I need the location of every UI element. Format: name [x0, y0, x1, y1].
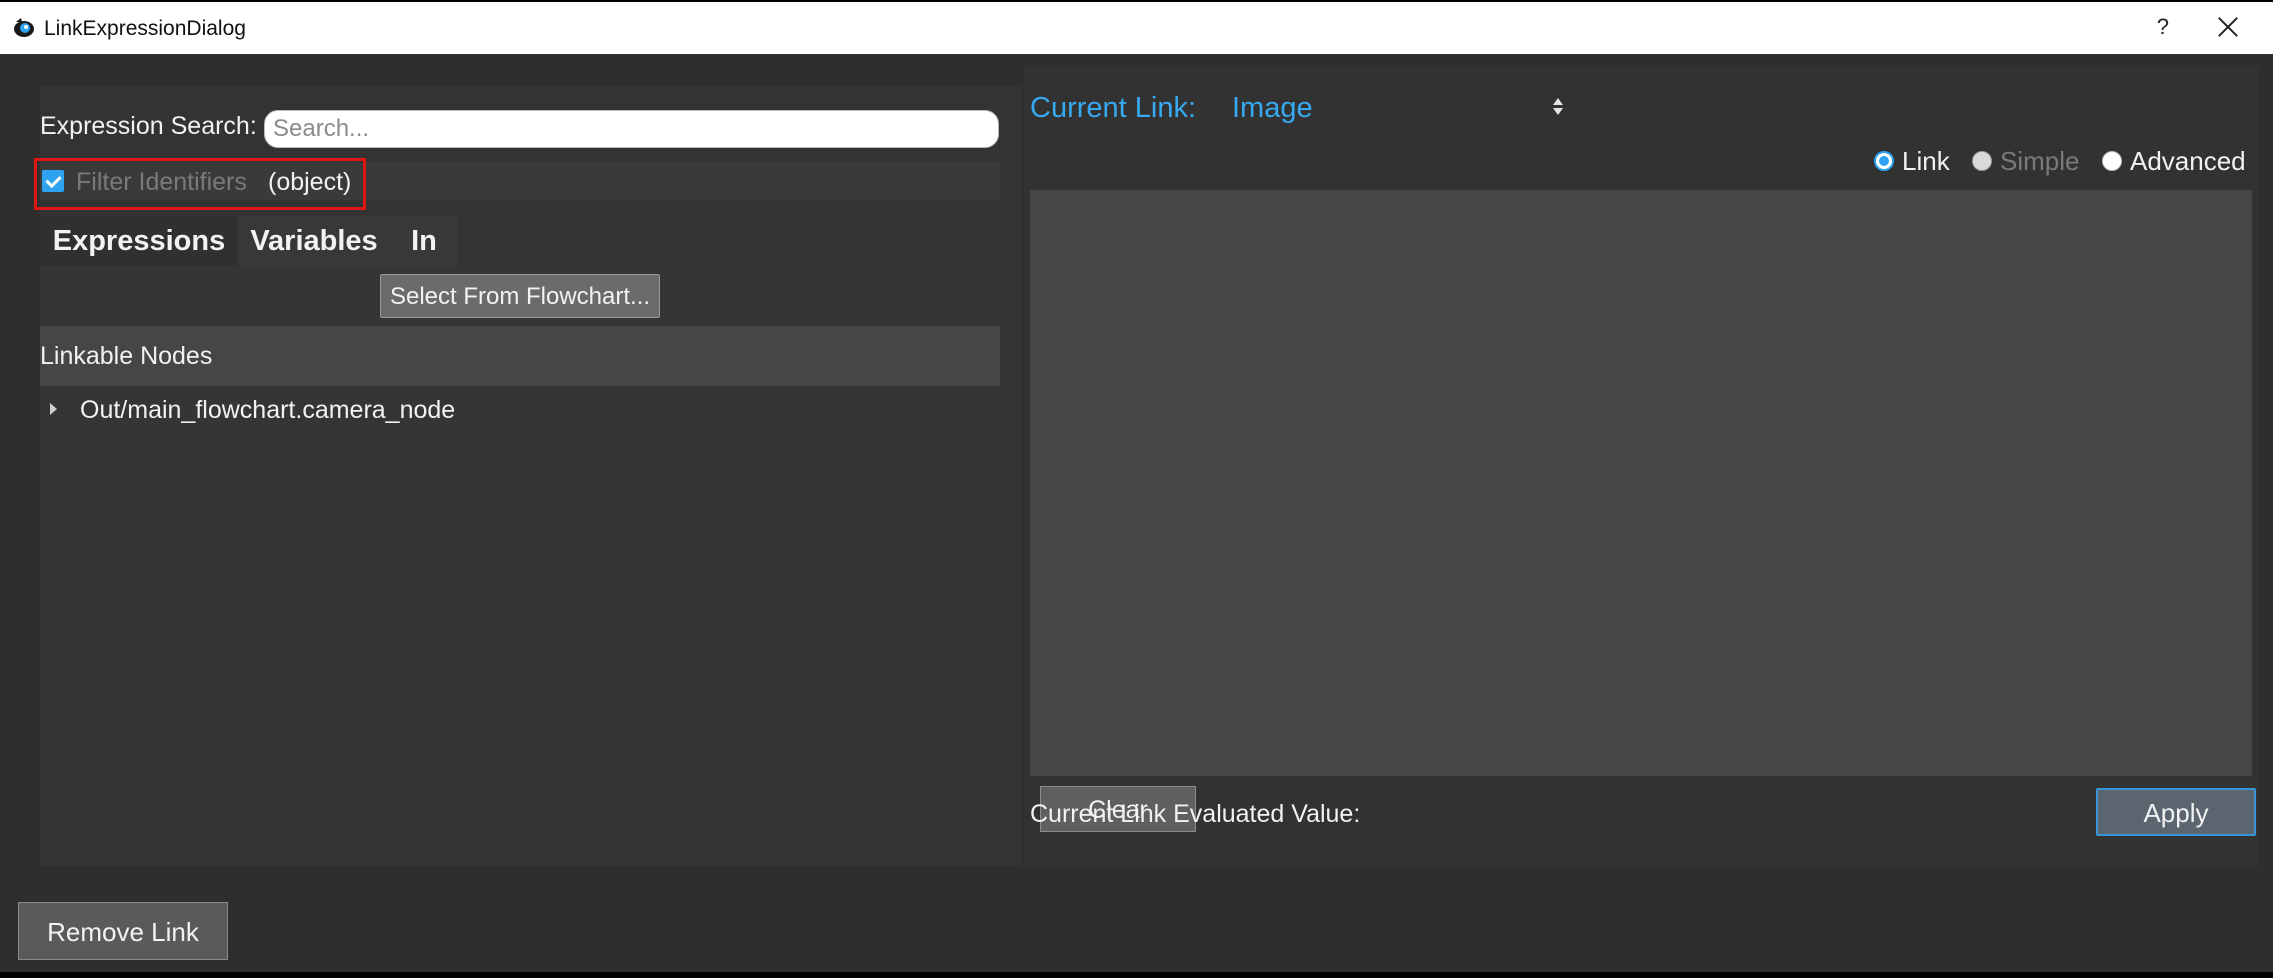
window-title: LinkExpressionDialog — [44, 17, 246, 40]
radio-simple-indicator[interactable] — [1972, 151, 1992, 171]
expressions-tab-content: Select From Flowchart... Linkable Nodes … — [40, 266, 1000, 866]
select-from-flowchart-button[interactable]: Select From Flowchart... — [380, 274, 660, 318]
title-bar: LinkExpressionDialog ? — [0, 0, 2273, 54]
expression-browser-panel: Expression Search: Filter Identifiers (o… — [34, 86, 1021, 866]
mode-radio-group: Link Simple Advanced — [1874, 144, 2254, 184]
radio-advanced-label: Advanced — [2130, 146, 2246, 176]
tab-variables[interactable]: Variables — [238, 216, 390, 266]
evaluated-value-label: Current Link Evaluated Value: — [1030, 800, 1361, 828]
search-input[interactable] — [264, 110, 999, 148]
filter-identifiers-checkbox[interactable] — [42, 170, 64, 192]
linkable-nodes-header: Linkable Nodes — [40, 326, 1000, 386]
link-editor-panel: Current Link: Image Link Simple Advanced — [1024, 66, 2258, 866]
radio-link-indicator[interactable] — [1874, 151, 1894, 171]
apply-button[interactable]: Apply — [2096, 788, 2256, 836]
dialog-content: Expression Search: Filter Identifiers (o… — [16, 66, 2258, 881]
current-link-label: Current Link: — [1030, 92, 1197, 124]
radio-link[interactable]: Link — [1874, 144, 1970, 180]
help-button[interactable]: ? — [2157, 14, 2169, 40]
spinner-arrows-icon[interactable] — [1552, 96, 1564, 118]
tab-expressions[interactable]: Expressions — [40, 216, 238, 266]
link-expression-dialog: LinkExpressionDialog ? Expression Search… — [0, 0, 2273, 978]
radio-simple-label: Simple — [2000, 146, 2080, 176]
remove-link-button[interactable]: Remove Link — [18, 902, 228, 960]
search-label: Expression Search: — [40, 112, 257, 140]
tab-in[interactable]: In — [390, 216, 458, 266]
current-link-select[interactable]: Image — [1232, 92, 1313, 125]
filter-identifiers-label: Filter Identifiers — [76, 168, 247, 196]
radio-simple[interactable]: Simple — [1972, 144, 2092, 180]
app-eye-icon — [14, 18, 34, 37]
tree-item-label: Out/main_flowchart.camera_node — [80, 396, 456, 424]
expression-editor[interactable] — [1030, 190, 2252, 776]
filter-type-label: (object) — [268, 168, 352, 196]
radio-advanced-indicator[interactable] — [2102, 151, 2122, 171]
window-border — [0, 972, 2273, 978]
radio-advanced[interactable]: Advanced — [2102, 144, 2252, 180]
tree-item[interactable]: Out/main_flowchart.camera_node — [40, 390, 1000, 434]
radio-link-label: Link — [1902, 146, 1950, 176]
expand-arrow-icon[interactable] — [50, 403, 57, 415]
close-icon[interactable] — [2213, 10, 2243, 44]
